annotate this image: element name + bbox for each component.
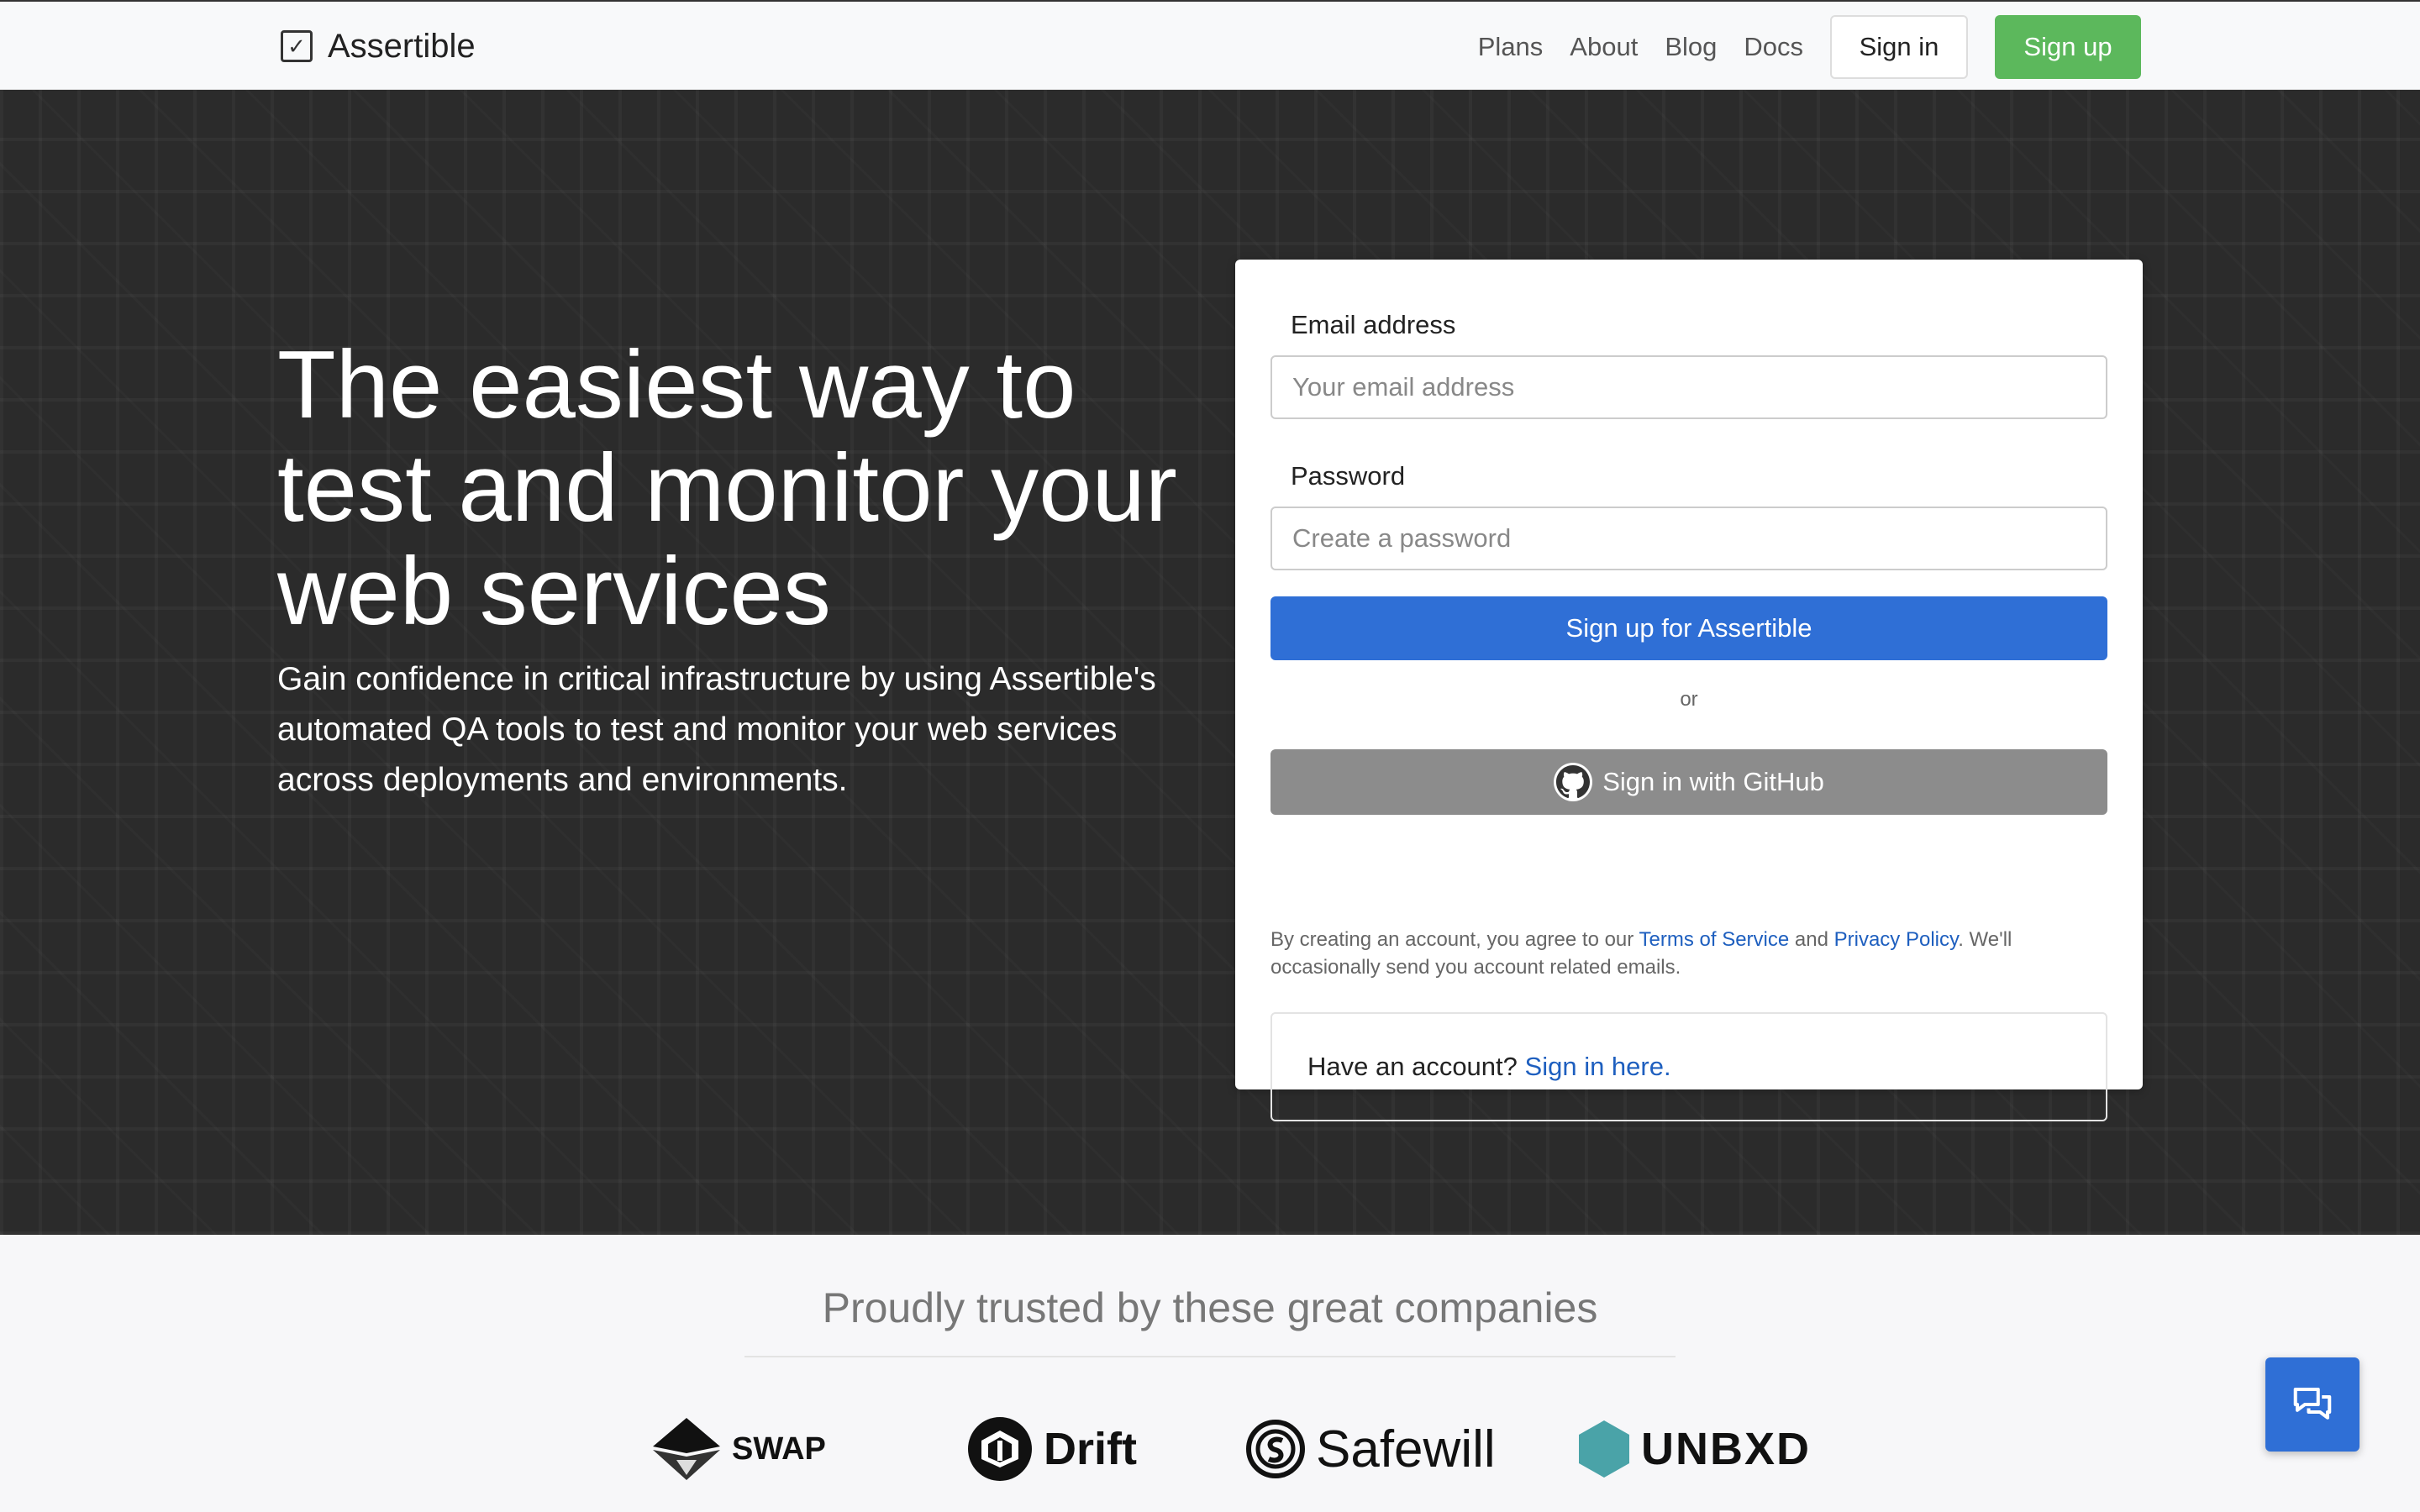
brand-name: Assertible — [328, 27, 476, 65]
swap-logo: SWAP — [651, 1411, 826, 1487]
github-button-label: Sign in with GitHub — [1602, 767, 1824, 796]
nav-links: Plans About Blog Docs Sign in Sign up — [1451, 15, 2141, 79]
github-icon — [1554, 763, 1593, 801]
github-signin-button[interactable]: Sign in with GitHub — [1270, 749, 2107, 815]
hero-title: The easiest way to test and monitor your… — [277, 332, 1177, 645]
navbar: ✓ Assertible Plans About Blog Docs Sign … — [0, 0, 2420, 90]
terms-prefix: By creating an account, you agree to our — [1270, 928, 1634, 951]
nav-link-plans[interactable]: Plans — [1478, 32, 1544, 62]
terms-and: and — [1794, 928, 1828, 951]
hero-subtitle: Gain confidence in critical infrastructu… — [277, 661, 1156, 798]
sign-up-button[interactable]: Sign up — [1995, 15, 2141, 79]
unbxd-hexagon-icon — [1579, 1420, 1629, 1478]
unbxd-text: UNBXD — [1641, 1424, 1812, 1474]
drift-icon — [968, 1417, 1032, 1481]
swap-diamond-icon — [653, 1418, 720, 1480]
trusted-section — [0, 1235, 2420, 1512]
terms-of-service-link[interactable]: Terms of Service — [1639, 928, 1790, 951]
password-field[interactable] — [1270, 507, 2107, 570]
unbxd-logo: UNBXD — [1577, 1411, 1811, 1487]
swap-text: SWAP — [732, 1431, 826, 1467]
drift-logo: Drift — [966, 1411, 1137, 1487]
nav-link-blog[interactable]: Blog — [1665, 32, 1717, 62]
safewill-icon — [1246, 1420, 1305, 1478]
brand-logo[interactable]: ✓ Assertible — [281, 27, 476, 66]
account-box: Have an account? Sign in here. — [1270, 1012, 2107, 1121]
safewill-text: Safewill — [1316, 1420, 1496, 1478]
account-prompt: Have an account? — [1307, 1052, 1518, 1081]
trusted-title: Proudly trusted by these great companies — [822, 1284, 1598, 1331]
chat-button[interactable] — [2265, 1357, 2360, 1452]
signup-card: Email address Password Sign up for Asser… — [1235, 260, 2143, 1121]
chat-icon — [2293, 1387, 2332, 1420]
drift-text: Drift — [1044, 1424, 1137, 1474]
password-label: Password — [1291, 461, 1406, 491]
privacy-policy-link[interactable]: Privacy Policy — [1834, 928, 1959, 951]
nav-link-docs[interactable]: Docs — [1744, 32, 1803, 62]
or-divider: or — [1680, 688, 1698, 711]
terms-notice: By creating an account, you agree to our… — [1270, 926, 2111, 981]
checkbox-icon: ✓ — [281, 30, 313, 62]
hero-section: The easiest way to test and monitor your… — [0, 90, 2420, 1235]
signup-submit-button[interactable]: Sign up for Assertible — [1270, 596, 2107, 660]
divider — [744, 1356, 1676, 1357]
sign-in-button[interactable]: Sign in — [1830, 15, 1968, 79]
email-label: Email address — [1291, 310, 1456, 339]
safewill-logo: Safewill — [1245, 1411, 1496, 1487]
sign-in-here-link[interactable]: Sign in here. — [1525, 1052, 1671, 1082]
nav-link-about[interactable]: About — [1570, 32, 1638, 62]
email-field[interactable] — [1270, 355, 2107, 419]
